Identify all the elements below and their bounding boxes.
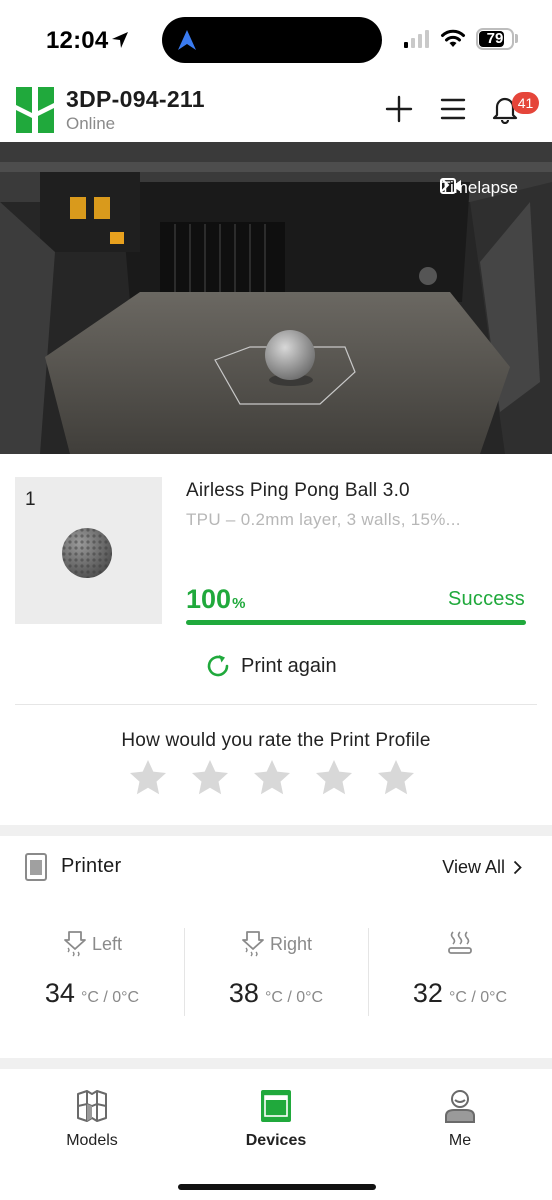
- menu-icon[interactable]: [438, 94, 468, 124]
- progress-percent: 100%: [186, 584, 245, 615]
- bottom-tab-bar: Models Devices Me: [0, 1070, 552, 1200]
- view-all-link[interactable]: View All: [442, 857, 522, 878]
- progress-bar: [186, 620, 526, 625]
- printer-section-title: Printer: [61, 855, 122, 877]
- left-nozzle-current: 34: [44, 978, 75, 1008]
- right-nozzle-current: 38: [228, 978, 259, 1008]
- job-thumbnail[interactable]: 1: [15, 477, 162, 624]
- rating-question: How would you rate the Print Profile: [121, 730, 431, 751]
- cellular-signal-icon: [404, 30, 429, 48]
- model-preview: [62, 528, 112, 578]
- temperature-panel: Left 34 °C / 0°C Right 38 °C / 0°C 32 °C / …: [0, 926, 552, 1018]
- plate-number: 1: [25, 489, 36, 510]
- rating-stars: [128, 758, 416, 798]
- nozzle-heat-icon: [64, 931, 86, 957]
- job-title: Airless Ping Pong Ball 3.0: [186, 480, 410, 501]
- wifi-icon: [441, 29, 465, 47]
- bambu-logo-icon: [16, 87, 54, 133]
- add-device-icon[interactable]: [384, 94, 414, 124]
- right-nozzle-name: Right: [269, 933, 313, 954]
- nozzle-heat-icon: [242, 931, 264, 957]
- left-nozzle-value: 34 °C / 0°C: [0, 978, 184, 1009]
- right-nozzle-value: 38 °C / 0°C: [184, 978, 368, 1009]
- rating-star-icon[interactable]: [252, 758, 292, 798]
- device-name[interactable]: 3DP-094-211: [66, 86, 205, 113]
- section-separator: [0, 825, 552, 836]
- home-indicator[interactable]: [178, 1184, 376, 1190]
- printer-icon: [25, 853, 47, 881]
- profile-icon: [445, 1090, 475, 1123]
- models-cube-icon: [77, 1090, 107, 1122]
- heatbed-current: 32: [412, 978, 443, 1008]
- left-nozzle-target: °C / 0°C: [80, 989, 140, 1006]
- timelapse-button[interactable]: Timelapse: [440, 178, 518, 198]
- battery-cap: [515, 34, 518, 43]
- heatbed-target: °C / 0°C: [448, 989, 508, 1006]
- tab-models-label: Models: [66, 1132, 118, 1149]
- battery-icon: 79: [476, 28, 514, 50]
- left-nozzle-name: Left: [91, 933, 123, 954]
- devices-printer-icon: [261, 1090, 291, 1122]
- rating-star-icon[interactable]: [314, 758, 354, 798]
- chevron-right-icon: [441, 178, 450, 192]
- printer-section-header: Printer View All: [0, 836, 552, 900]
- left-nozzle-label: Left: [0, 930, 184, 958]
- heatbed-label: [368, 930, 552, 958]
- print-again-button[interactable]: Print again: [204, 652, 337, 680]
- heatbed-icon: [448, 931, 472, 954]
- location-arrow-icon: [112, 32, 128, 48]
- section-separator: [0, 1058, 552, 1069]
- right-nozzle-temp[interactable]: Right 38 °C / 0°C: [184, 926, 368, 1018]
- rating-star-icon[interactable]: [190, 758, 230, 798]
- job-settings: TPU – 0.2mm layer, 3 walls, 15%...: [186, 510, 461, 529]
- tab-devices[interactable]: Devices: [184, 1088, 368, 1158]
- heatbed-value: 32 °C / 0°C: [368, 978, 552, 1009]
- notification-count-badge: 41: [512, 92, 539, 114]
- status-time: 12:04: [46, 27, 109, 54]
- heatbed-temp[interactable]: 32 °C / 0°C: [368, 926, 552, 1018]
- status-bar: 12:04 79: [0, 0, 552, 80]
- progress-value: 100: [186, 584, 232, 614]
- tab-models[interactable]: Models: [0, 1088, 184, 1158]
- dynamic-island: [162, 17, 382, 63]
- right-nozzle-label: Right: [184, 930, 368, 958]
- left-nozzle-temp[interactable]: Left 34 °C / 0°C: [0, 926, 184, 1018]
- tab-me-label: Me: [448, 1132, 472, 1149]
- print-job-card: 1 Airless Ping Pong Ball 3.0 TPU – 0.2mm…: [0, 454, 552, 704]
- progress-unit: %: [232, 595, 246, 612]
- progress-bar-fill: [186, 620, 526, 625]
- job-status: Success: [448, 588, 525, 610]
- print-again-label: Print again: [241, 654, 337, 677]
- navigation-arrow-icon: [178, 30, 196, 50]
- rating-star-icon[interactable]: [376, 758, 416, 798]
- view-all-label: View All: [442, 857, 505, 877]
- refresh-icon: [207, 655, 229, 677]
- right-nozzle-target: °C / 0°C: [264, 989, 324, 1006]
- app-header: 3DP-094-211 Online: [0, 80, 552, 142]
- tab-me[interactable]: Me: [368, 1088, 552, 1158]
- rating-star-icon[interactable]: [128, 758, 168, 798]
- battery-percent: 79: [486, 30, 504, 47]
- chevron-right-icon: [513, 860, 522, 875]
- tab-devices-label: Devices: [245, 1132, 307, 1149]
- device-status: Online: [66, 114, 116, 133]
- divider: [15, 704, 537, 705]
- camera-live-view[interactable]: Timelapse: [0, 142, 552, 454]
